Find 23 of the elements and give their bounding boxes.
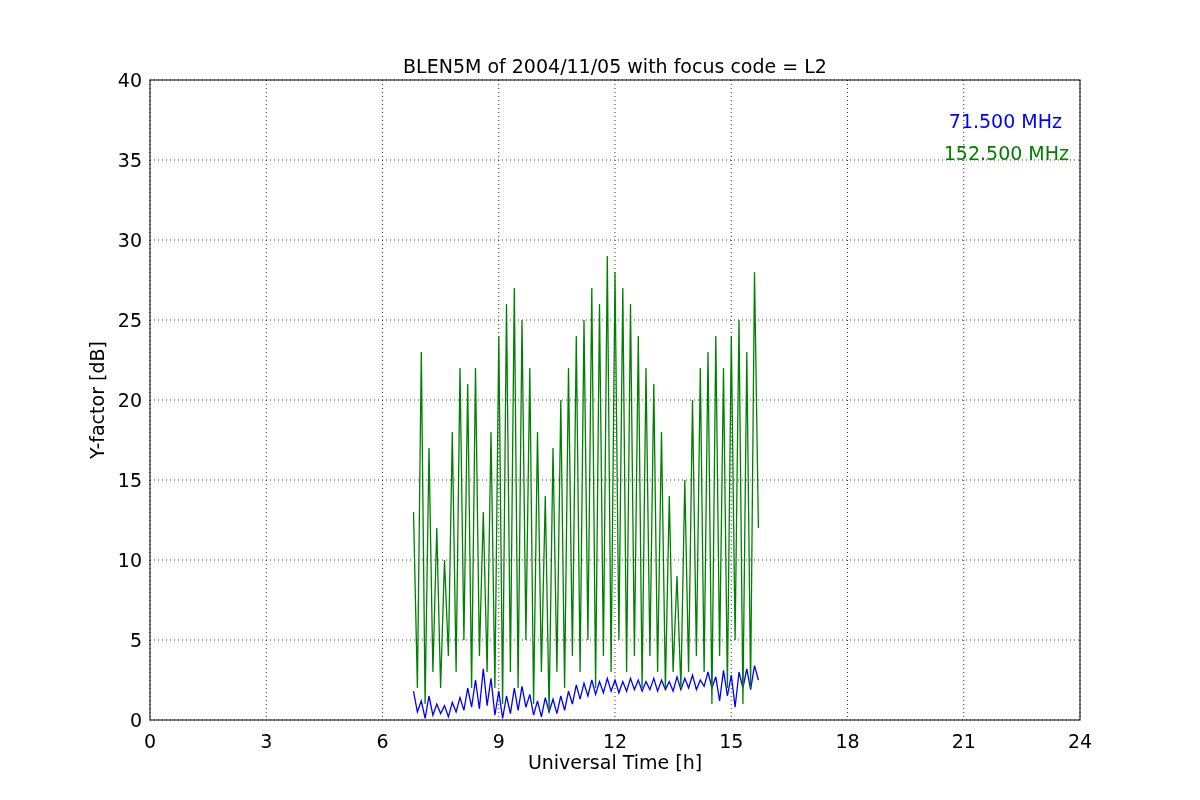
y-tick-label: 0 [129,709,142,731]
x-tick-label: 12 [602,730,628,752]
x-tick-label: 3 [260,730,273,752]
y-tick-label: 20 [117,389,142,411]
legend-label: 71.500 MHz [948,110,1062,132]
y-tick-label: 15 [117,469,142,491]
y-tick-label: 10 [117,549,142,571]
x-tick-label: 6 [376,730,389,752]
chart-title: BLEN5M of 2004/11/05 with focus code = L2 [403,55,827,77]
x-axis-label: Universal Time [h] [527,751,703,773]
x-tick-label: 9 [492,730,505,752]
y-tick-label: 5 [129,629,142,651]
y-axis-label: Y-factor [dB] [86,341,108,459]
x-tick-label: 0 [143,730,157,752]
y-tick-label: 25 [117,309,142,331]
y-tick-label: 30 [117,229,142,251]
x-tick-label: 15 [719,730,744,752]
x-tick-label: 24 [1067,730,1093,752]
y-tick-label: 40 [117,69,142,91]
x-tick-label: 18 [835,730,860,752]
legend-label: 152.500 MHz [943,142,1069,164]
x-tick-label: 21 [951,730,976,752]
y-tick-label: 35 [117,149,142,171]
